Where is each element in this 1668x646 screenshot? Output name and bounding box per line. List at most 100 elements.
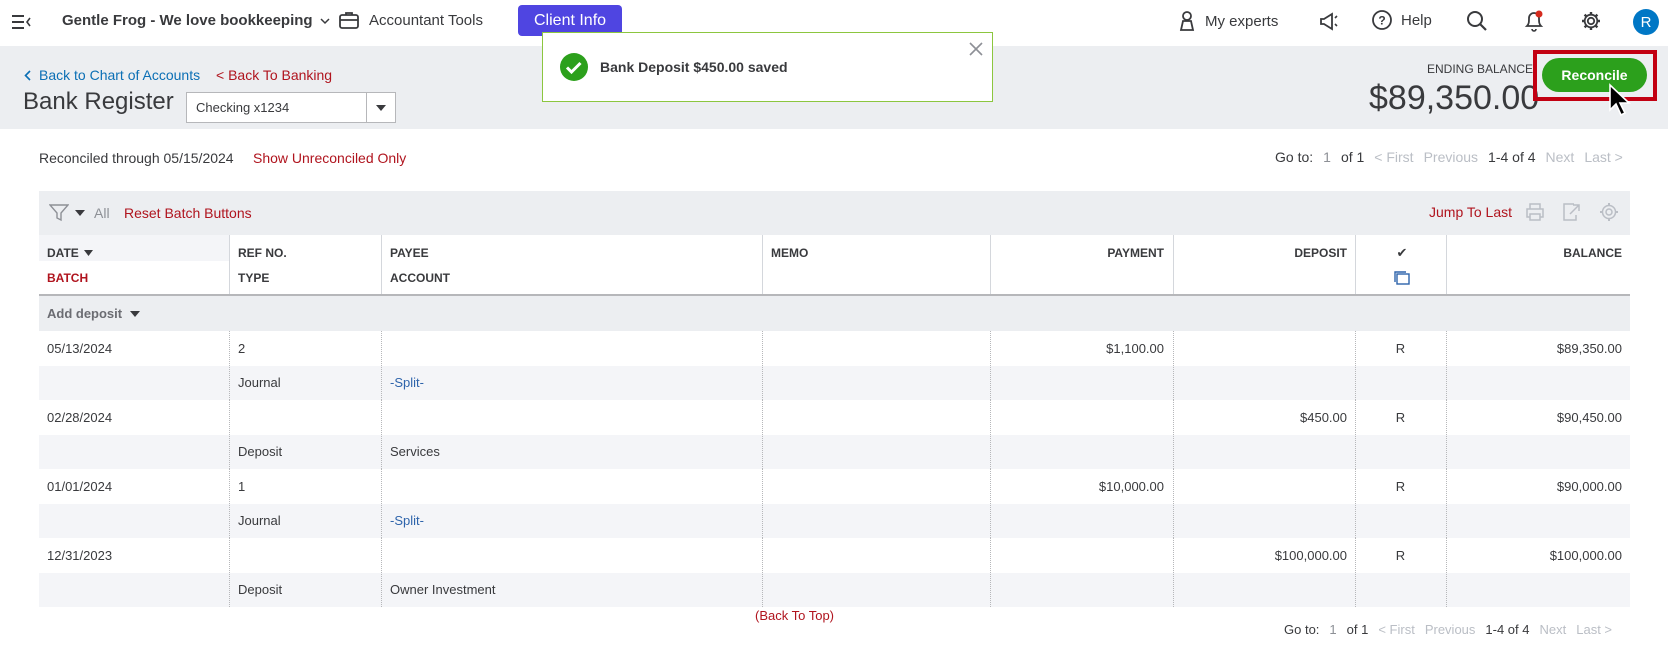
back-to-chart-label: Back to Chart of Accounts	[39, 67, 201, 83]
col-divider	[762, 538, 763, 607]
back-to-top-link[interactable]: (Back To Top)	[755, 608, 834, 623]
table-row[interactable]: 05/13/2024 2 $1,100.00 R $89,350.00 Jour…	[39, 331, 1630, 400]
export-icon[interactable]	[1561, 202, 1583, 222]
gear-icon[interactable]	[1599, 202, 1619, 222]
copy-icon[interactable]	[1393, 270, 1411, 289]
table-row[interactable]: 02/28/2024 $450.00 R $90,450.00 Deposit …	[39, 400, 1630, 469]
col-divider	[990, 469, 991, 538]
filter-icon	[49, 204, 69, 222]
pager-of: of 1	[1340, 149, 1365, 165]
col-divider	[229, 331, 230, 400]
txn-deposit: $100,000.00	[1274, 548, 1347, 563]
megaphone-icon[interactable]	[1318, 10, 1340, 32]
notification-bell-icon[interactable]	[1523, 9, 1545, 33]
col-divider	[1173, 235, 1174, 294]
account-select-value: Checking x1234	[196, 100, 290, 115]
search-icon[interactable]	[1466, 10, 1488, 32]
txn-account: Owner Investment	[390, 582, 496, 597]
txn-status: R	[1395, 548, 1406, 563]
col-divider	[1446, 469, 1447, 538]
pager-page-input[interactable]: 1	[1323, 149, 1331, 165]
add-deposit-label: Add deposit	[47, 306, 123, 321]
back-to-banking-link[interactable]: < Back To Banking	[216, 67, 332, 83]
filter-all-label: All	[94, 205, 110, 221]
show-unreconciled-link[interactable]: Show Unreconciled Only	[253, 150, 406, 166]
col-divider	[1173, 538, 1174, 607]
col-divider	[1173, 331, 1174, 400]
txn-date: 02/28/2024	[47, 410, 113, 425]
col-divider	[1355, 235, 1356, 294]
pager-previous[interactable]: Previous	[1425, 622, 1476, 637]
col-divider	[229, 235, 230, 294]
txn-status: R	[1395, 341, 1406, 356]
pager-next[interactable]: Next	[1546, 149, 1575, 165]
memo-column-header: MEMO	[771, 246, 809, 260]
company-switcher[interactable]: Gentle Frog - We love bookkeeping	[62, 12, 331, 29]
help-label: Help	[1401, 11, 1432, 29]
reconciled-through-text: Reconciled through 05/15/2024	[39, 150, 234, 166]
close-icon[interactable]	[968, 41, 984, 57]
sort-down-icon	[83, 250, 93, 256]
type-column-header: TYPE	[238, 271, 270, 285]
account-select[interactable]: Checking x1234	[186, 92, 396, 123]
col-divider	[381, 400, 382, 469]
col-divider	[381, 331, 382, 400]
my-experts-button[interactable]: My experts	[1178, 10, 1278, 32]
svg-text:?: ?	[1378, 14, 1385, 28]
caret-down-icon	[130, 310, 141, 317]
deposit-column-header: DEPOSIT	[1294, 246, 1347, 260]
col-divider	[229, 538, 230, 607]
caret-down-icon	[75, 210, 85, 216]
col-divider	[990, 400, 991, 469]
batch-column-header[interactable]: BATCH	[47, 271, 88, 285]
help-button[interactable]: ? Help	[1371, 9, 1432, 31]
pager-last[interactable]: Last >	[1584, 149, 1623, 165]
table-row[interactable]: 12/31/2023 $100,000.00 R $100,000.00 Dep…	[39, 538, 1630, 607]
gear-icon[interactable]	[1580, 10, 1602, 32]
menu-collapse-icon[interactable]	[10, 10, 34, 34]
register-toolbar: All Reset Batch Buttons Jump To Last	[39, 191, 1630, 235]
chevron-left-icon	[24, 69, 31, 81]
balance-column-header: BALANCE	[1563, 246, 1622, 260]
col-divider	[381, 469, 382, 538]
pager-last[interactable]: Last >	[1576, 622, 1612, 637]
txn-account-split-link[interactable]: -Split-	[390, 375, 424, 390]
pager-next[interactable]: Next	[1540, 622, 1567, 637]
pager-page-input[interactable]: 1	[1329, 622, 1336, 637]
filter-button[interactable]	[49, 204, 85, 222]
print-icon[interactable]	[1525, 202, 1545, 222]
back-to-chart-link[interactable]: Back to Chart of Accounts	[24, 67, 200, 83]
date-column-header[interactable]: DATE	[47, 246, 93, 260]
add-deposit-dropdown[interactable]: Add deposit	[39, 296, 1630, 331]
col-divider	[1173, 469, 1174, 538]
col-divider	[990, 235, 991, 294]
col-divider	[990, 331, 991, 400]
caret-down-icon[interactable]	[366, 93, 395, 122]
table-row[interactable]: 01/01/2024 1 $10,000.00 R $90,000.00 Jou…	[39, 469, 1630, 538]
txn-ref: 1	[238, 479, 246, 494]
pager-range: 1-4 of 4	[1485, 622, 1530, 637]
pager-top: Go to: 1 of 1 < First Previous 1-4 of 4 …	[1275, 149, 1623, 165]
mouse-cursor-icon	[1608, 83, 1632, 122]
txn-balance: $89,350.00	[1556, 341, 1622, 356]
pager-previous[interactable]: Previous	[1424, 149, 1478, 165]
col-divider	[1355, 400, 1356, 469]
txn-payment: $1,100.00	[1106, 341, 1164, 356]
pager-first[interactable]: < First	[1378, 622, 1414, 637]
pager-first[interactable]: < First	[1374, 149, 1413, 165]
accountant-tools-button[interactable]: Accountant Tools	[338, 10, 483, 30]
payment-column-header: PAYMENT	[1107, 246, 1164, 260]
col-divider	[762, 400, 763, 469]
reset-batch-buttons-link[interactable]: Reset Batch Buttons	[124, 205, 252, 221]
txn-date: 01/01/2024	[47, 479, 113, 494]
avatar[interactable]: R	[1633, 9, 1659, 35]
notification-dot	[1535, 10, 1543, 18]
reconcile-status-header: ✔	[1396, 245, 1408, 260]
page-title: Bank Register	[23, 88, 174, 115]
pager-goto-label: Go to:	[1275, 149, 1314, 165]
jump-to-last-link[interactable]: Jump To Last	[1429, 204, 1512, 220]
txn-account-split-link[interactable]: -Split-	[390, 513, 424, 528]
txn-ref: 2	[238, 341, 246, 356]
col-divider	[1446, 400, 1447, 469]
txn-type: Journal	[238, 513, 281, 528]
